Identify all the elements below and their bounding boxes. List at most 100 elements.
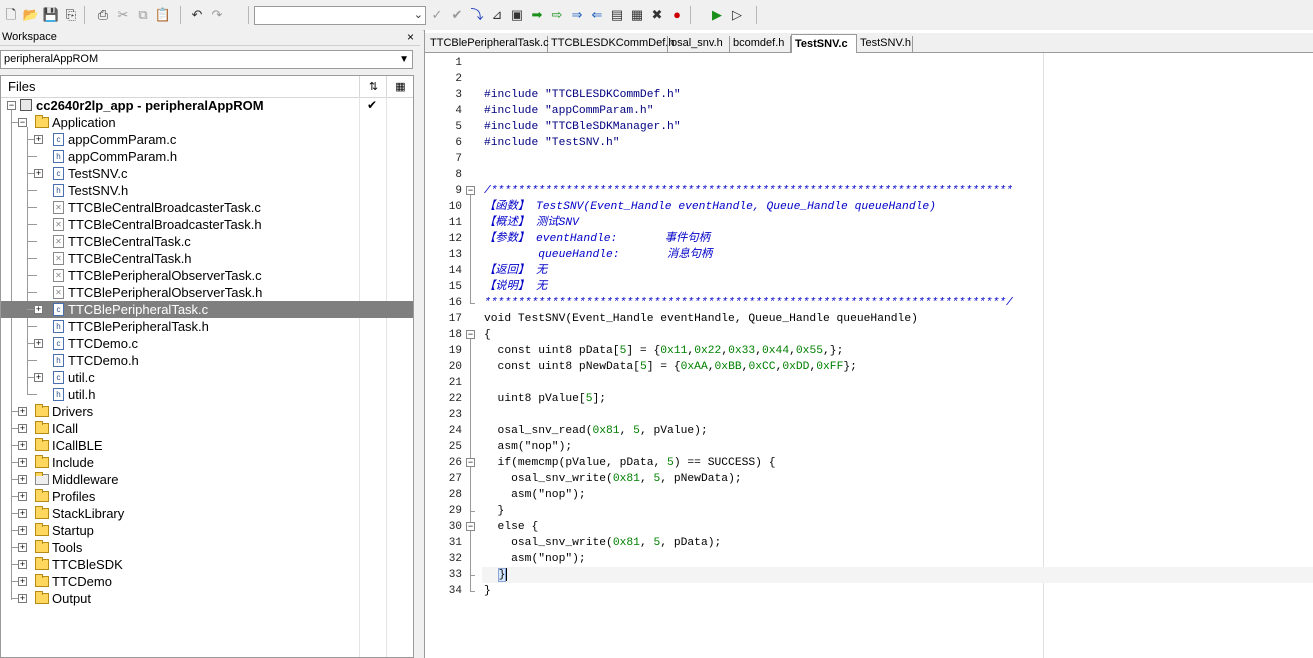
tree-folder[interactable]: + Middleware — [1, 471, 413, 488]
code-line[interactable]: else { — [484, 519, 539, 535]
collapse-icon[interactable]: − — [7, 101, 16, 110]
code-line[interactable]: queueHandle: 消息句柄 — [484, 247, 712, 263]
redo-icon[interactable]: ↷ — [208, 6, 226, 24]
tree-file[interactable]: ✕ TTCBlePeripheralObserverTask.h — [1, 284, 413, 301]
expand-icon[interactable]: + — [18, 424, 27, 433]
chevron-down-icon[interactable]: ⌄ — [414, 8, 423, 21]
editor-tab[interactable]: bcomdef.h — [730, 36, 791, 52]
navigate-back-icon[interactable]: ⇐ — [588, 6, 606, 24]
tree-file[interactable]: + c TestSNV.c — [1, 165, 413, 182]
expand-icon[interactable]: + — [18, 407, 27, 416]
expand-icon[interactable]: + — [34, 135, 43, 144]
code-line[interactable]: asm("nop"); — [484, 551, 586, 567]
code-line[interactable]: 【说明】 无 — [484, 279, 547, 295]
expand-icon[interactable]: + — [18, 509, 27, 518]
print-icon[interactable]: ⎙ — [94, 6, 112, 24]
tree-file[interactable]: h TTCDemo.h — [1, 352, 413, 369]
tree-folder[interactable]: + Startup — [1, 522, 413, 539]
find-icon[interactable]: ✓ — [428, 6, 446, 24]
expand-icon[interactable]: + — [34, 305, 43, 314]
expand-icon[interactable]: + — [18, 560, 27, 569]
tree-file[interactable]: ✕ TTCBleCentralTask.c — [1, 233, 413, 250]
expand-icon[interactable]: + — [18, 526, 27, 535]
code-line[interactable]: const uint8 pNewData[5] = {0xAA,0xBB,0xC… — [484, 359, 857, 375]
tree-file[interactable]: + c TTCBlePeripheralTask.c — [1, 301, 413, 318]
save-all-icon[interactable]: ⎘ — [62, 6, 80, 24]
tree-folder[interactable]: + StackLibrary — [1, 505, 413, 522]
bookmark-icon[interactable]: ⊿ — [488, 6, 506, 24]
open-file-icon[interactable]: 📂 — [22, 6, 40, 24]
code-line[interactable]: } — [484, 567, 508, 583]
debug-without-download-icon[interactable]: ▷ — [728, 6, 746, 24]
code-line[interactable]: #include "TTCBleSDKManager.h" — [484, 119, 681, 135]
tree-file[interactable]: ✕ TTCBleCentralTask.h — [1, 250, 413, 267]
make-icon[interactable]: ▦ — [628, 6, 646, 24]
options-column-icon[interactable]: ▦ — [386, 76, 414, 97]
toggle-bookmark-icon[interactable]: ▣ — [508, 6, 526, 24]
tree-folder[interactable]: − Application — [1, 114, 413, 131]
tree-file[interactable]: ✕ TTCBlePeripheralObserverTask.c — [1, 267, 413, 284]
find-combo[interactable]: ⌄ — [254, 6, 426, 25]
save-icon[interactable]: 💾 — [42, 6, 60, 24]
code-line[interactable]: #include "appCommParam.h" — [484, 103, 653, 119]
next-bookmark-icon[interactable]: ➡ — [528, 6, 546, 24]
tree-file[interactable]: + c appCommParam.c — [1, 131, 413, 148]
code-line[interactable]: } — [484, 503, 505, 519]
tree-folder[interactable]: + Output — [1, 590, 413, 607]
code-line[interactable]: asm("nop"); — [484, 487, 586, 503]
tree-folder[interactable]: + TTCDemo — [1, 573, 413, 590]
tree-folder[interactable]: + Include — [1, 454, 413, 471]
expand-icon[interactable]: + — [34, 169, 43, 178]
fold-toggle-icon[interactable]: − — [466, 186, 475, 195]
code-line[interactable]: { — [484, 327, 491, 343]
cut-icon[interactable]: ✂ — [114, 6, 132, 24]
expand-icon[interactable]: + — [34, 339, 43, 348]
download-debug-icon[interactable]: ▶ — [708, 6, 726, 24]
tree-file[interactable]: h util.h — [1, 386, 413, 403]
configuration-select[interactable]: peripheralAppROM ▼ — [0, 50, 413, 69]
code-line[interactable]: if(memcmp(pValue, pData, 5) == SUCCESS) … — [484, 455, 776, 471]
toggle-breakpoint-icon[interactable]: ● — [668, 6, 686, 24]
expand-icon[interactable]: + — [18, 441, 27, 450]
navigate-forward-icon[interactable]: ⇒ — [568, 6, 586, 24]
tree-folder[interactable]: + ICall — [1, 420, 413, 437]
find-next-icon[interactable]: ✔ — [448, 6, 466, 24]
prev-bookmark-icon[interactable]: ⇨ — [548, 6, 566, 24]
expand-icon[interactable]: + — [18, 543, 27, 552]
tree-file[interactable]: h TestSNV.h — [1, 182, 413, 199]
tree-folder[interactable]: + Drivers — [1, 403, 413, 420]
code-line[interactable]: uint8 pValue[5]; — [484, 391, 607, 407]
code-line[interactable]: void TestSNV(Event_Handle eventHandle, Q… — [484, 311, 918, 327]
close-icon[interactable]: × — [407, 30, 414, 45]
code-line[interactable]: asm("nop"); — [484, 439, 573, 455]
expand-icon[interactable]: + — [18, 492, 27, 501]
code-line[interactable]: 【函数】 TestSNV(Event_Handle eventHandle, Q… — [484, 199, 936, 215]
tree-folder[interactable]: + TTCBleSDK — [1, 556, 413, 573]
tree-file[interactable]: ✕ TTCBleCentralBroadcasterTask.h — [1, 216, 413, 233]
go-to-icon[interactable]: ⤵ — [468, 6, 486, 24]
code-line[interactable]: osal_snv_write(0x81, 5, pData); — [484, 535, 721, 551]
editor-tab[interactable]: TestSNV.h — [857, 36, 913, 52]
expand-icon[interactable]: + — [18, 594, 27, 603]
code-line[interactable]: osal_snv_write(0x81, 5, pNewData); — [484, 471, 742, 487]
new-file-icon[interactable]: 🗋 — [2, 6, 20, 24]
expand-icon[interactable]: + — [18, 577, 27, 586]
collapse-icon[interactable]: − — [18, 118, 27, 127]
expand-icon[interactable]: + — [34, 373, 43, 382]
expand-icon[interactable]: + — [18, 475, 27, 484]
code-line[interactable]: 【返回】 无 — [484, 263, 547, 279]
tree-folder[interactable]: + ICallBLE — [1, 437, 413, 454]
code-line[interactable]: osal_snv_read(0x81, 5, pValue); — [484, 423, 708, 439]
code-line[interactable]: 【参数】 eventHandle: 事件句柄 — [484, 231, 710, 247]
editor-tab[interactable]: TestSNV.c — [791, 34, 857, 53]
undo-icon[interactable]: ↶ — [188, 6, 206, 24]
editor-tab[interactable]: TTCBlePeripheralTask.c — [427, 36, 549, 52]
code-line[interactable]: #include "TestSNV.h" — [484, 135, 620, 151]
copy-icon[interactable]: ⧉ — [134, 6, 152, 24]
editor-tab[interactable]: osal_snv.h — [668, 36, 730, 52]
tree-folder[interactable]: + Profiles — [1, 488, 413, 505]
paste-icon[interactable]: 📋 — [154, 6, 172, 24]
code-line[interactable]: const uint8 pData[5] = {0x11,0x22,0x33,0… — [484, 343, 844, 359]
code-line[interactable]: } — [484, 583, 491, 599]
fold-toggle-icon[interactable]: − — [466, 458, 475, 467]
